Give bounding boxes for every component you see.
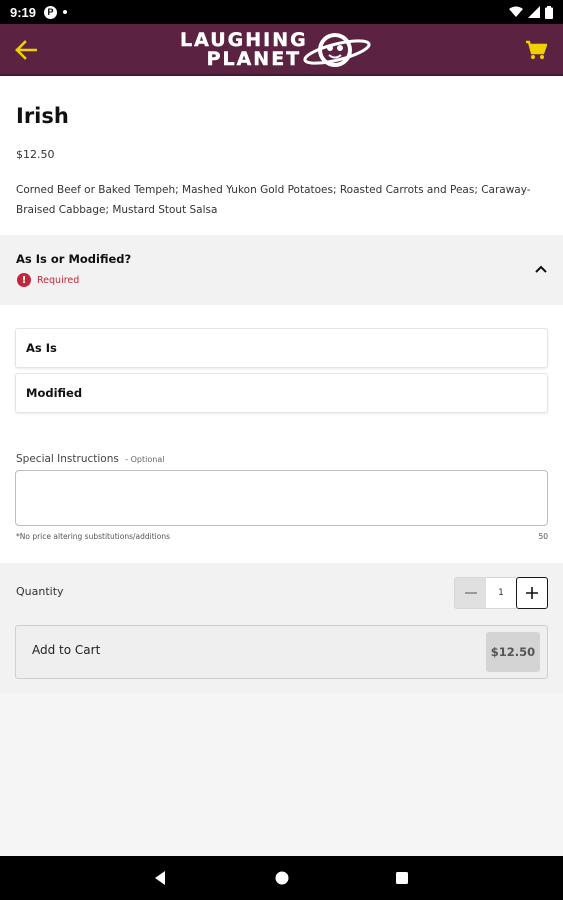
nav-back-icon[interactable]	[153, 870, 169, 886]
status-icons	[509, 5, 553, 19]
instructions-hint: *No price altering substitutions/additio…	[16, 532, 171, 541]
back-button[interactable]	[12, 36, 40, 64]
logo-text: LAUGHING PLANET	[180, 30, 308, 70]
nav-recents-icon[interactable]	[395, 871, 409, 885]
minus-icon	[464, 592, 477, 594]
add-to-cart-price: $12.50	[486, 632, 540, 672]
planet-logo-icon	[303, 33, 371, 67]
decrement-button[interactable]	[454, 577, 486, 609]
item-price: $12.50	[16, 148, 55, 161]
dot-icon	[63, 10, 68, 14]
optional-label: - Optional	[125, 455, 165, 464]
app-bar: LAUGHING PLANET	[0, 24, 563, 76]
option-as-is[interactable]: As Is	[15, 328, 548, 368]
cart-controls: Quantity 1 Add to Cart $12.50	[0, 563, 563, 693]
option-modified[interactable]: Modified	[15, 373, 548, 413]
special-instructions-title: Special Instructions	[16, 453, 119, 465]
quantity-stepper: 1	[454, 577, 548, 609]
add-to-cart-button[interactable]: Add to Cart $12.50	[15, 625, 548, 679]
item-details: Irish $12.50 Corned Beef or Baked Tempeh…	[0, 76, 563, 235]
modifier-group-header[interactable]: As Is or Modified? ! Required	[0, 235, 563, 305]
char-limit: 50	[538, 532, 548, 541]
signal-icon	[528, 6, 540, 18]
status-bar: 9:19 P	[0, 0, 563, 24]
item-description: Corned Beef or Baked Tempeh; Mashed Yuko…	[16, 184, 531, 216]
logo-line2: PLANET	[206, 48, 302, 70]
brand-logo: LAUGHING PLANET	[180, 26, 380, 74]
options-area: As Is Modified Special Instructions - Op…	[0, 305, 563, 563]
shopping-cart-icon	[526, 40, 547, 59]
chevron-up-icon[interactable]	[533, 263, 549, 275]
status-time: 9:19	[10, 4, 37, 20]
item-title: Irish	[16, 104, 69, 128]
wifi-icon	[509, 6, 523, 17]
nav-home-icon[interactable]	[274, 870, 290, 886]
system-nav-bar	[0, 856, 563, 900]
quantity-label: Quantity	[16, 585, 64, 598]
battery-icon	[545, 5, 553, 19]
special-instructions-input[interactable]	[15, 470, 548, 526]
empty-space	[0, 693, 563, 856]
quantity-value: 1	[486, 577, 516, 609]
alert-icon: !	[17, 273, 31, 287]
notification-icon: P	[44, 5, 58, 19]
plus-icon	[526, 587, 538, 599]
add-to-cart-label: Add to Cart	[32, 643, 101, 657]
required-label: Required	[37, 274, 80, 286]
required-indicator: ! Required	[17, 273, 79, 287]
modifier-group-title: As Is or Modified?	[16, 252, 132, 266]
arrow-left-icon	[15, 40, 37, 60]
cart-button[interactable]	[523, 37, 549, 63]
special-instructions-label: Special Instructions - Optional	[16, 453, 164, 465]
increment-button[interactable]	[516, 577, 548, 609]
